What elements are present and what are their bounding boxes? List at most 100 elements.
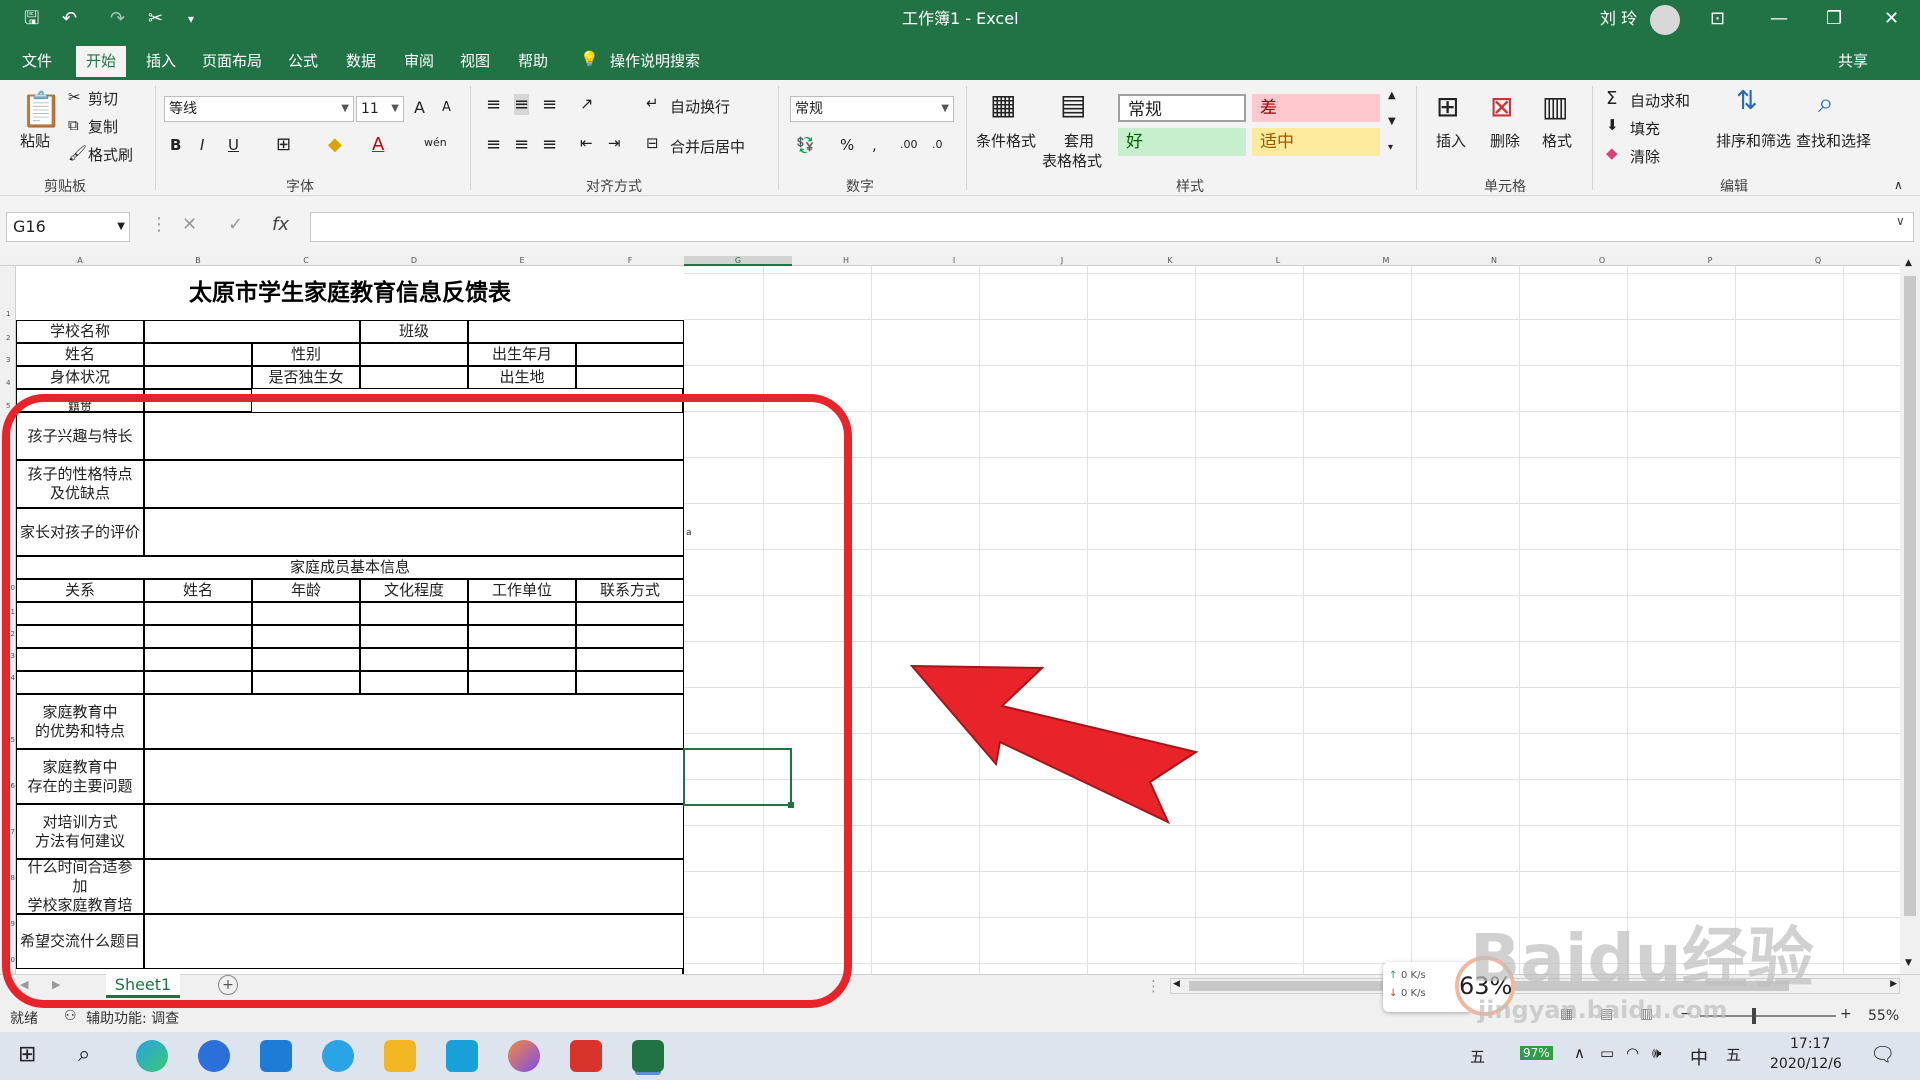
scroll-tabs-left-icon[interactable]: ◀ [20, 978, 28, 991]
format-table-line1[interactable]: 套用 [1064, 130, 1094, 151]
tray-expand-icon[interactable]: ∧ [1574, 1044, 1585, 1062]
row-header[interactable]: 6 [0, 442, 16, 450]
save-icon[interactable]: 🖫 [24, 8, 39, 30]
wrap-text-icon[interactable]: ↵ [646, 94, 659, 112]
scroll-tabs-right-icon[interactable]: ▶ [52, 978, 60, 991]
insert-cells-icon[interactable]: ⊞ [1436, 90, 1459, 123]
value-name[interactable] [144, 343, 252, 366]
value-q-training[interactable] [144, 804, 684, 859]
style-bad[interactable]: 差 [1252, 94, 1380, 122]
store-icon[interactable] [446, 1040, 478, 1072]
tab-view[interactable]: 视图 [460, 50, 490, 71]
value-gender[interactable] [360, 343, 468, 366]
delete-cells-icon[interactable]: ⊠ [1490, 90, 1513, 123]
row-header[interactable]: 10 [0, 584, 16, 592]
value-q-problems[interactable] [144, 749, 684, 804]
format-cells-button[interactable]: 格式 [1542, 130, 1572, 151]
value-traits[interactable] [144, 460, 684, 508]
file-explorer-icon[interactable] [384, 1040, 416, 1072]
column-header[interactable]: P [1656, 256, 1764, 266]
row-header[interactable]: 8 [0, 536, 16, 544]
family-cell[interactable] [16, 648, 144, 671]
insert-function-button[interactable]: fx [272, 214, 289, 235]
style-good[interactable]: 好 [1118, 128, 1246, 156]
label-birth[interactable]: 出生年月 [468, 343, 576, 366]
ime-wubi-indicator[interactable]: 五 [1470, 1046, 1485, 1067]
label-native[interactable]: 籍贯 [16, 389, 144, 412]
formula-input[interactable] [310, 212, 1914, 242]
column-header[interactable]: O [1548, 256, 1656, 266]
customize-qat-icon[interactable]: ▾ [188, 8, 194, 30]
tab-file[interactable]: 文件 [22, 50, 52, 71]
merge-icon[interactable]: ⊟ [646, 134, 659, 152]
italic-button[interactable]: I [200, 136, 204, 154]
fill-button[interactable]: 填充 [1630, 118, 1660, 139]
row-header[interactable]: 20 [0, 956, 16, 964]
tab-data[interactable]: 数据 [346, 50, 376, 71]
family-cell[interactable] [360, 671, 468, 694]
zoom-slider-thumb[interactable] [1752, 1008, 1756, 1024]
column-header[interactable]: D [360, 256, 468, 266]
tab-page-layout[interactable]: 页面布局 [202, 50, 262, 71]
paste-button[interactable]: 粘贴 [20, 130, 50, 151]
family-cell[interactable] [468, 648, 576, 671]
family-cell[interactable] [468, 625, 576, 648]
windows-start-icon[interactable]: ⊞ [18, 1042, 36, 1067]
ie-browser-icon[interactable] [322, 1040, 354, 1072]
sort-filter-icon[interactable]: ⇅ [1736, 86, 1758, 116]
sort-filter-button[interactable]: 排序和筛选 [1716, 130, 1791, 151]
row-header[interactable]: 2 [0, 334, 16, 342]
label-q-time[interactable]: 什么时间合适参 加 学校家庭教育培 [16, 858, 144, 914]
decrease-indent-icon[interactable]: ⇤ [580, 134, 593, 152]
clock-time[interactable]: 17:17 [1790, 1036, 1830, 1052]
label-traits[interactable]: 孩子的性格特点 及优缺点 [16, 460, 144, 508]
family-cell[interactable] [252, 625, 360, 648]
tab-insert[interactable]: 插入 [146, 50, 176, 71]
row-header[interactable]: 4 [0, 379, 16, 387]
row-header[interactable]: 17 [0, 828, 16, 836]
battery-indicator[interactable]: 97% [1520, 1046, 1553, 1060]
scroll-right-icon[interactable]: ▶ [1890, 979, 1897, 989]
value-health[interactable] [144, 366, 252, 389]
ribbon-display-icon[interactable]: ⊡ [1710, 8, 1725, 30]
copy-icon[interactable]: ⧉ [68, 116, 79, 134]
format-painter-button[interactable]: 格式刷 [88, 144, 133, 165]
column-header[interactable]: H [792, 256, 900, 266]
family-cell[interactable] [252, 671, 360, 694]
share-button[interactable]: 共享 [1838, 50, 1868, 71]
font-color-icon[interactable]: A [372, 134, 384, 155]
family-cell[interactable] [360, 648, 468, 671]
label-q-strengths[interactable]: 家庭教育中 的优势和特点 [16, 694, 144, 749]
label-interest[interactable]: 孩子兴趣与特长 [16, 412, 144, 460]
row-header[interactable]: 19 [0, 920, 16, 928]
tab-splitter-icon[interactable]: ⋮ [1146, 977, 1161, 995]
family-cell[interactable] [576, 671, 684, 694]
value-q-topics[interactable] [144, 914, 684, 969]
lark-app-icon[interactable] [198, 1040, 230, 1072]
copy-button[interactable]: 复制 [88, 116, 118, 137]
style-neutral[interactable]: 适中 [1252, 128, 1380, 156]
scroll-down-icon[interactable]: ▼ [1905, 958, 1912, 968]
column-header[interactable]: Q [1764, 256, 1872, 266]
align-middle-icon[interactable]: ≡ [514, 94, 530, 115]
column-header[interactable]: J [1008, 256, 1116, 266]
accessibility-icon[interactable]: ⚇ [64, 1008, 77, 1024]
format-painter-icon[interactable]: 🖌 [68, 144, 87, 162]
shrink-font-icon[interactable]: A [442, 100, 451, 115]
column-header[interactable]: L [1224, 256, 1332, 266]
family-col-education[interactable]: 文化程度 [360, 579, 468, 602]
align-right-icon[interactable]: ≡ [542, 134, 557, 155]
format-table-line2[interactable]: 表格格式 [1042, 150, 1102, 171]
screen-recorder-icon[interactable] [570, 1040, 602, 1072]
tab-home[interactable]: 开始 [76, 46, 127, 80]
row-header[interactable]: 14 [0, 674, 16, 682]
border-icon[interactable]: ⊞ [276, 134, 291, 155]
undo-icon[interactable]: ↶ [62, 8, 77, 30]
label-birthplace[interactable]: 出生地 [468, 366, 576, 389]
label-gender[interactable]: 性别 [252, 343, 360, 366]
family-col-relation[interactable]: 关系 [16, 579, 144, 602]
family-cell[interactable] [16, 671, 144, 694]
label-q-problems[interactable]: 家庭教育中 存在的主要问题 [16, 749, 144, 804]
conditional-format-icon[interactable]: ▦ [990, 88, 1016, 121]
cut-quick-icon[interactable]: ✂ [148, 8, 163, 30]
